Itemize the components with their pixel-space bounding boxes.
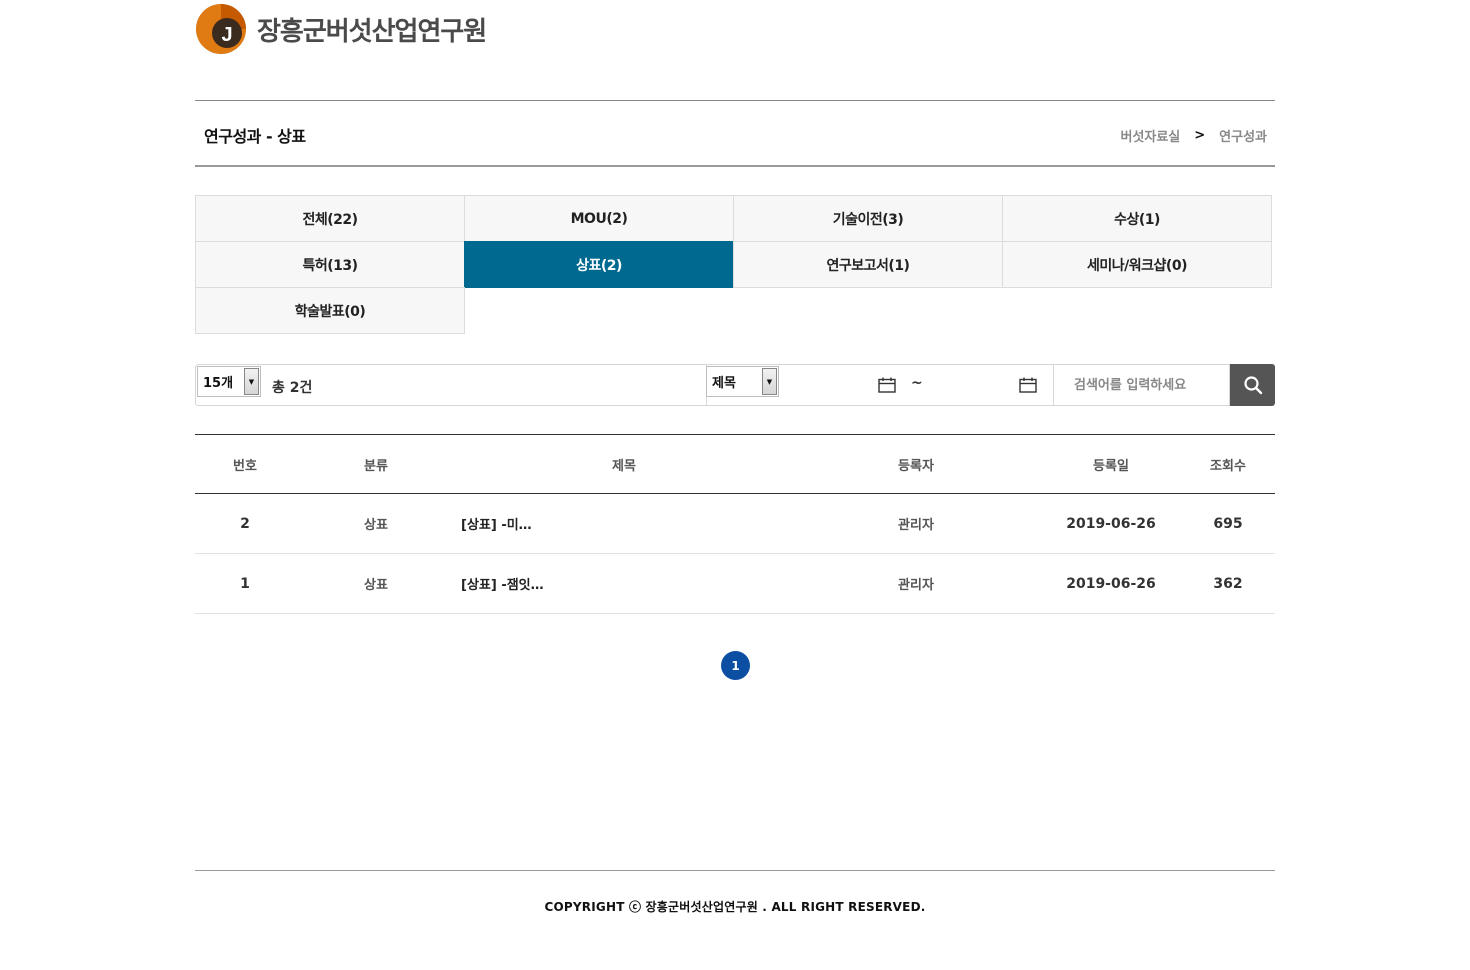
tab-seminar-workshop[interactable]: 세미나/워크샵(0): [1002, 241, 1272, 288]
column-header-writer: 등록자: [791, 434, 1041, 494]
page-size-select[interactable]: 15개 ▼: [197, 366, 261, 397]
search-icon: [1243, 376, 1262, 395]
row-date: 2019-06-26: [1041, 493, 1181, 554]
search-field-value: 제목: [712, 376, 736, 391]
logo-letter: J: [221, 24, 232, 46]
chevron-down-icon: ▼: [244, 368, 259, 395]
row-subject-link[interactable]: [상표] -미…: [457, 493, 791, 554]
table-header-row: 번호 분류 제목 등록자 등록일 조회수: [195, 434, 1275, 494]
total-count: 총 2건: [272, 380, 313, 396]
search-input-wrapper: [1053, 364, 1230, 406]
pagination-page-1[interactable]: 1: [721, 651, 750, 680]
logo-text: 장흥군버섯산업연구원: [257, 16, 487, 47]
tab-academic-presentation[interactable]: 학술발표(0): [195, 287, 465, 334]
tab-trademark[interactable]: 상표(2): [464, 241, 734, 288]
chevron-down-icon: ▼: [762, 368, 777, 395]
date-range: 제목 ▼ ~: [706, 364, 1054, 406]
search-input[interactable]: [1054, 365, 1229, 405]
breadcrumb-item-mushroom-archive[interactable]: 버섯자료실: [1120, 126, 1180, 145]
logo-emblem-icon: J: [195, 3, 247, 55]
column-header-subject: 제목: [457, 434, 791, 494]
search-bar: 15개 ▼ 총 2건 제목 ▼ ~: [195, 364, 1275, 406]
site-logo[interactable]: J 장흥군버섯산업연구원: [195, 2, 487, 56]
table-row[interactable]: 2 상표 [상표] -미… 관리자 2019-06-26 695: [195, 493, 1275, 554]
row-writer: 관리자: [791, 493, 1041, 554]
row-category: 상표: [295, 493, 457, 554]
row-writer: 관리자: [791, 553, 1041, 614]
row-category: 상표: [295, 553, 457, 614]
tab-patent[interactable]: 특허(13): [195, 241, 465, 288]
search-button[interactable]: [1230, 364, 1275, 406]
row-date: 2019-06-26: [1041, 553, 1181, 614]
trademark-table: 번호 분류 제목 등록자 등록일 조회수 2 상표 [상표] -미… 관리자 2…: [195, 434, 1275, 614]
start-date-calendar-icon[interactable]: [878, 377, 896, 393]
tab-tech-transfer[interactable]: 기술이전(3): [733, 195, 1003, 242]
column-header-views: 조회수: [1181, 434, 1275, 494]
tab-mou[interactable]: MOU(2): [464, 195, 734, 242]
search-field-select[interactable]: 제목 ▼: [706, 366, 779, 397]
page-title-bar: 연구성과 - 상표 버섯자료실 > 연구성과: [195, 100, 1275, 167]
table-row[interactable]: 1 상표 [상표] -잼잇… 관리자 2019-06-26 362: [195, 553, 1275, 614]
footer-divider: [195, 870, 1275, 871]
column-header-date: 등록일: [1041, 434, 1181, 494]
tab-research-report[interactable]: 연구보고서(1): [733, 241, 1003, 288]
page-title: 연구성과 - 상표: [204, 127, 306, 146]
tab-awards[interactable]: 수상(1): [1002, 195, 1272, 242]
list-controls: 15개 ▼ 총 2건: [195, 364, 707, 406]
row-subject-link[interactable]: [상표] -잼잇…: [457, 553, 791, 614]
tab-all[interactable]: 전체(22): [195, 195, 465, 242]
breadcrumb-separator: >: [1194, 128, 1206, 143]
breadcrumb: 버섯자료실 > 연구성과: [1120, 126, 1267, 145]
row-number: 2: [195, 493, 295, 554]
page-size-value: 15개: [203, 376, 234, 391]
copyright-text: COPYRIGHT ⓒ 장흥군버섯산업연구원 . ALL RIGHT RESER…: [544, 900, 926, 914]
row-number: 1: [195, 553, 295, 614]
end-date-calendar-icon[interactable]: [1019, 377, 1037, 393]
row-views: 362: [1181, 553, 1275, 614]
column-header-category: 분류: [295, 434, 457, 494]
column-header-number: 번호: [195, 434, 295, 494]
date-range-separator: ~: [911, 375, 923, 391]
row-views: 695: [1181, 493, 1275, 554]
breadcrumb-item-research-results[interactable]: 연구성과: [1219, 126, 1267, 145]
